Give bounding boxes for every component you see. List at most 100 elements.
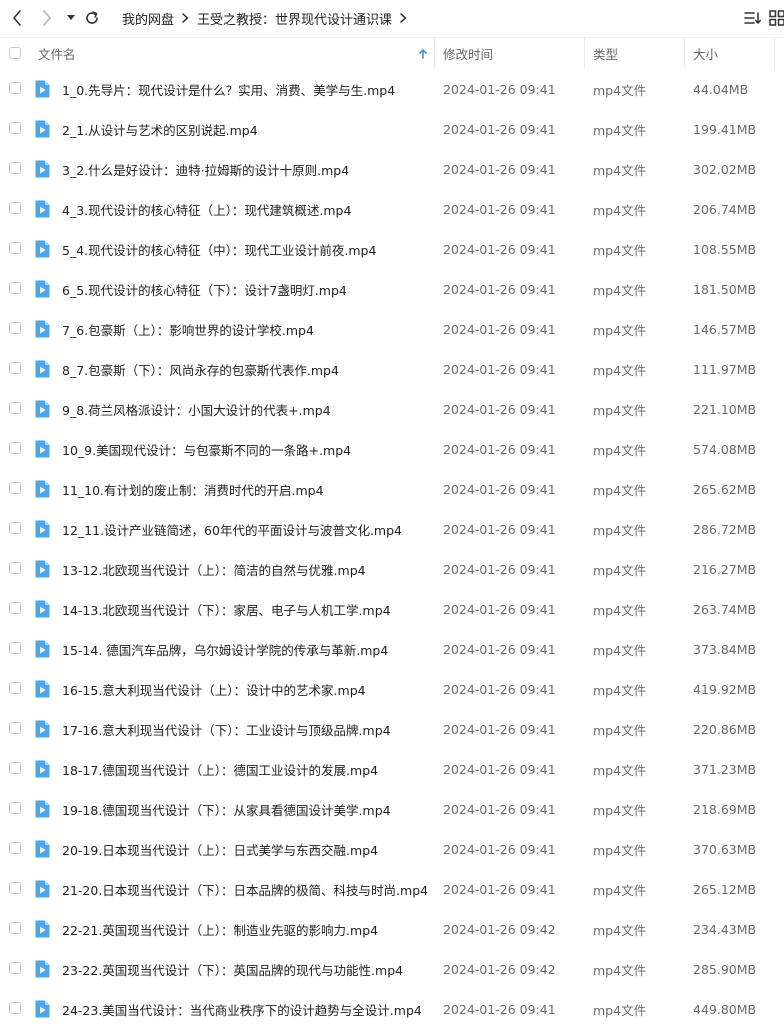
file-row[interactable]: 15-14. 德国汽车品牌，乌尔姆设计学院的传承与革新.mp4 2024-01-2… [0, 629, 784, 669]
file-row[interactable]: 10_9.美国现代设计：与包豪斯不同的一条路+.mp4 2024-01-26 09… [0, 429, 784, 469]
row-checkbox[interactable] [9, 762, 21, 774]
file-name[interactable]: 10_9.美国现代设计：与包豪斯不同的一条路+.mp4 [62, 429, 351, 469]
file-name[interactable]: 12_11.设计产业链简述，60年代的平面设计与波普文化.mp4 [62, 509, 402, 549]
file-name[interactable]: 7_6.包豪斯（上）：影响世界的设计学校.mp4 [62, 309, 314, 349]
back-button[interactable] [6, 6, 28, 30]
file-size: 574.08MB [693, 441, 757, 457]
file-name[interactable]: 20-19.日本现当代设计（上）：日式美学与东西交融.mp4 [62, 829, 378, 869]
file-name[interactable]: 18-17.德国现当代设计（上）：德国工业设计的发展.mp4 [62, 749, 378, 789]
file-name[interactable]: 9_8.荷兰风格派设计：小国大设计的代表+.mp4 [62, 389, 331, 429]
row-checkbox[interactable] [9, 562, 21, 574]
file-name[interactable]: 17-16.意大利现当代设计（下）：工业设计与顶级品牌.mp4 [62, 709, 391, 749]
column-divider[interactable] [584, 38, 585, 69]
row-checkbox[interactable] [9, 802, 21, 814]
refresh-button[interactable] [82, 6, 102, 30]
file-row[interactable]: 18-17.德国现当代设计（上）：德国工业设计的发展.mp4 2024-01-26… [0, 749, 784, 789]
file-row[interactable]: 12_11.设计产业链简述，60年代的平面设计与波普文化.mp4 2024-01-… [0, 509, 784, 549]
file-size: 206.74MB [693, 201, 757, 217]
sort-menu-button[interactable] [742, 8, 764, 28]
row-checkbox[interactable] [9, 402, 21, 414]
file-row[interactable]: 3_2.什么是好设计：迪特·拉姆斯的设计十原则.mp4 2024-01-26 09… [0, 149, 784, 189]
file-modified-time: 2024-01-26 09:41 [443, 161, 556, 177]
breadcrumb-item-root[interactable]: 我的网盘 [122, 9, 174, 28]
row-checkbox[interactable] [9, 722, 21, 734]
forward-button[interactable] [36, 6, 58, 30]
row-checkbox[interactable] [9, 282, 21, 294]
file-name[interactable]: 5_4.现代设计的核心特征（中）：现代工业设计前夜.mp4 [62, 229, 376, 269]
row-checkbox[interactable] [9, 242, 21, 254]
row-checkbox[interactable] [9, 442, 21, 454]
row-checkbox[interactable] [9, 202, 21, 214]
row-checkbox[interactable] [9, 602, 21, 614]
column-divider[interactable] [774, 38, 775, 69]
file-name[interactable]: 3_2.什么是好设计：迪特·拉姆斯的设计十原则.mp4 [62, 149, 349, 189]
column-divider[interactable] [434, 38, 435, 69]
column-header-type[interactable]: 类型 [593, 38, 618, 69]
select-all-checkbox[interactable] [9, 47, 21, 59]
file-name[interactable]: 15-14. 德国汽车品牌，乌尔姆设计学院的传承与革新.mp4 [62, 629, 388, 669]
file-row[interactable]: 14-13.北欧现当代设计（下）：家居、电子与人机工学.mp4 2024-01-2… [0, 589, 784, 629]
row-checkbox[interactable] [9, 682, 21, 694]
breadcrumb-item-current-folder[interactable]: 王受之教授：世界现代设计通识课 [197, 9, 392, 28]
file-name[interactable]: 2_1.从设计与艺术的区别说起.mp4 [62, 109, 258, 149]
file-name[interactable]: 1_0.先导片：现代设计是什么？实用、消费、美学与生.mp4 [62, 69, 395, 109]
file-name[interactable]: 22-21.英国现当代设计（上）：制造业先驱的影响力.mp4 [62, 909, 378, 949]
file-row[interactable]: 20-19.日本现当代设计（上）：日式美学与东西交融.mp4 2024-01-26… [0, 829, 784, 869]
row-checkbox[interactable] [9, 482, 21, 494]
history-dropdown-button[interactable] [64, 6, 78, 30]
file-name[interactable]: 19-18.德国现当代设计（下）：从家具看德国设计美学.mp4 [62, 789, 391, 829]
column-header-size[interactable]: 大小 [693, 38, 718, 69]
file-type: mp4文件 [593, 562, 647, 578]
row-checkbox[interactable] [9, 922, 21, 934]
row-checkbox[interactable] [9, 642, 21, 654]
row-checkbox[interactable] [9, 162, 21, 174]
file-size: 371.23MB [693, 761, 757, 777]
row-checkbox[interactable] [9, 522, 21, 534]
file-row[interactable]: 5_4.现代设计的核心特征（中）：现代工业设计前夜.mp4 2024-01-26 … [0, 229, 784, 269]
file-name[interactable]: 4_3.现代设计的核心特征（上）：现代建筑概述.mp4 [62, 189, 351, 229]
file-row[interactable]: 4_3.现代设计的核心特征（上）：现代建筑概述.mp4 2024-01-26 09… [0, 189, 784, 229]
row-checkbox[interactable] [9, 122, 21, 134]
file-modified-time: 2024-01-26 09:41 [443, 81, 556, 97]
column-header-name[interactable]: 文件名 [38, 38, 434, 69]
sort-ascending-icon[interactable] [419, 38, 429, 69]
file-row[interactable]: 19-18.德国现当代设计（下）：从家具看德国设计美学.mp4 2024-01-2… [0, 789, 784, 829]
file-row[interactable]: 8_7.包豪斯（下）：风尚永存的包豪斯代表作.mp4 2024-01-26 09:… [0, 349, 784, 389]
file-row[interactable]: 2_1.从设计与艺术的区别说起.mp4 2024-01-26 09:41 mp4文件… [0, 109, 784, 149]
row-checkbox[interactable] [9, 882, 21, 894]
file-row[interactable]: 24-23.美国当代设计：当代商业秩序下的设计趋势与全设计.mp4 2024-01… [0, 989, 784, 1026]
file-row[interactable]: 22-21.英国现当代设计（上）：制造业先驱的影响力.mp4 2024-01-26… [0, 909, 784, 949]
column-header-modified[interactable]: 修改时间 [443, 38, 493, 69]
file-name[interactable]: 13-12.北欧现当代设计（上）：简洁的自然与优雅.mp4 [62, 549, 366, 589]
row-checkbox[interactable] [9, 322, 21, 334]
file-row[interactable]: 17-16.意大利现当代设计（下）：工业设计与顶级品牌.mp4 2024-01-2… [0, 709, 784, 749]
video-file-icon [34, 280, 50, 298]
file-name[interactable]: 24-23.美国当代设计：当代商业秩序下的设计趋势与全设计.mp4 [62, 989, 422, 1026]
file-row[interactable]: 23-22.英国现当代设计（下）：英国品牌的现代与功能性.mp4 2024-01-… [0, 949, 784, 989]
file-name[interactable]: 14-13.北欧现当代设计（下）：家居、电子与人机工学.mp4 [62, 589, 391, 629]
file-name[interactable]: 23-22.英国现当代设计（下）：英国品牌的现代与功能性.mp4 [62, 949, 403, 989]
column-divider[interactable] [684, 38, 685, 69]
file-name[interactable]: 8_7.包豪斯（下）：风尚永存的包豪斯代表作.mp4 [62, 349, 339, 389]
row-checkbox[interactable] [9, 962, 21, 974]
file-row[interactable]: 7_6.包豪斯（上）：影响世界的设计学校.mp4 2024-01-26 09:41… [0, 309, 784, 349]
file-row[interactable]: 21-20.日本现当代设计（下）：日本品牌的极简、科技与时尚.mp4 2024-0… [0, 869, 784, 909]
file-row[interactable]: 16-15.意大利现当代设计（上）：设计中的艺术家.mp4 2024-01-26 … [0, 669, 784, 709]
file-row[interactable]: 1_0.先导片：现代设计是什么？实用、消费、美学与生.mp4 2024-01-26… [0, 69, 784, 109]
file-size: 265.62MB [693, 481, 757, 497]
row-checkbox[interactable] [9, 1002, 21, 1014]
file-name[interactable]: 21-20.日本现当代设计（下）：日本品牌的极简、科技与时尚.mp4 [62, 869, 428, 909]
file-row[interactable]: 13-12.北欧现当代设计（上）：简洁的自然与优雅.mp4 2024-01-26 … [0, 549, 784, 589]
row-checkbox[interactable] [9, 362, 21, 374]
file-row[interactable]: 6_5.现代设计的核心特征（下）：设计7盏明灯.mp4 2024-01-26 09… [0, 269, 784, 309]
file-name[interactable]: 6_5.现代设计的核心特征（下）：设计7盏明灯.mp4 [62, 269, 347, 309]
view-mode-button[interactable] [766, 8, 784, 28]
row-checkbox[interactable] [9, 842, 21, 854]
file-name[interactable]: 16-15.意大利现当代设计（上）：设计中的艺术家.mp4 [62, 669, 366, 709]
row-checkbox[interactable] [9, 82, 21, 94]
file-row[interactable]: 11_10.有计划的废止制：消费时代的开启.mp4 2024-01-26 09:4… [0, 469, 784, 509]
chevron-right-icon[interactable] [400, 13, 407, 23]
file-name[interactable]: 11_10.有计划的废止制：消费时代的开启.mp4 [62, 469, 324, 509]
file-modified-time: 2024-01-26 09:41 [443, 441, 556, 457]
file-row[interactable]: 9_8.荷兰风格派设计：小国大设计的代表+.mp4 2024-01-26 09:4… [0, 389, 784, 429]
